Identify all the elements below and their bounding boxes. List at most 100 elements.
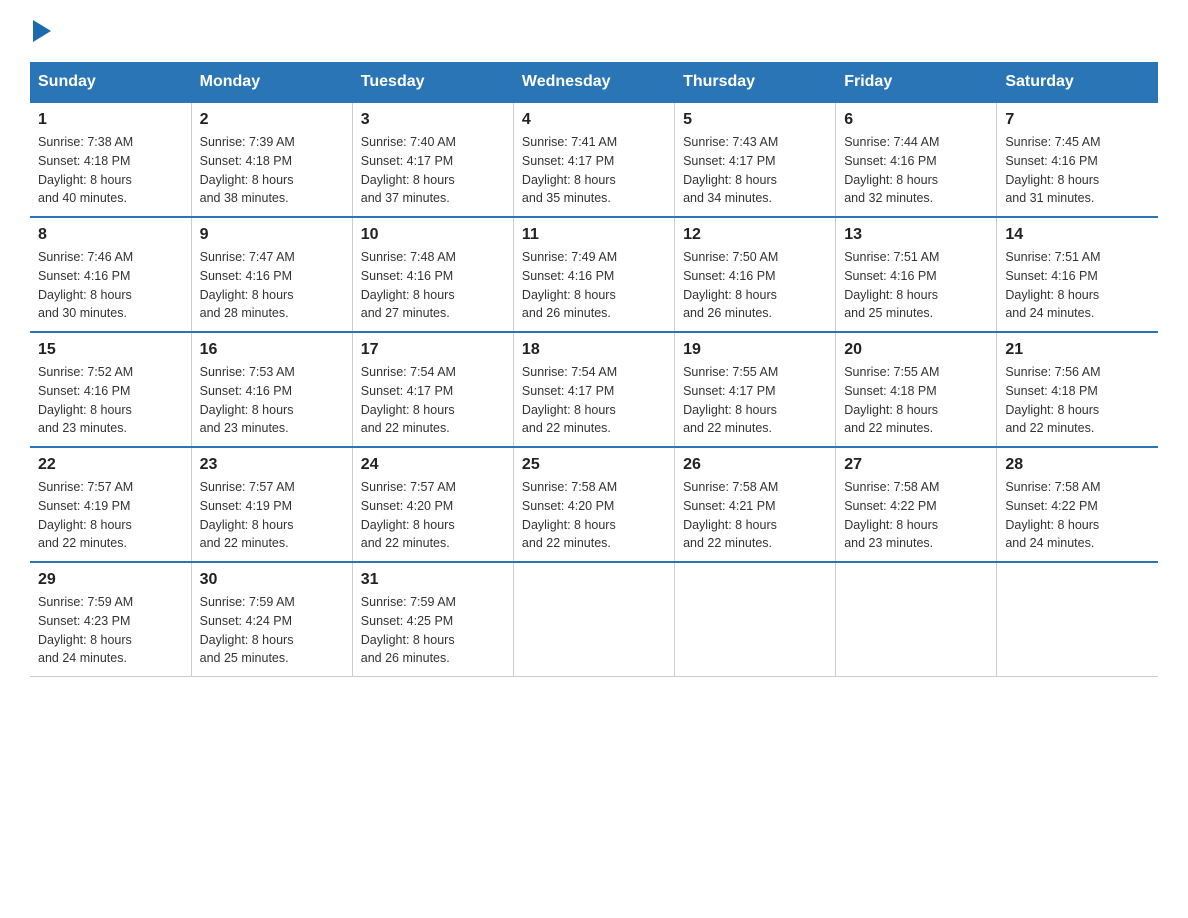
day-number: 15: [38, 341, 183, 359]
day-number: 21: [1005, 341, 1150, 359]
day-info: Sunrise: 7:48 AMSunset: 4:16 PMDaylight:…: [361, 250, 456, 320]
calendar-week-row: 8 Sunrise: 7:46 AMSunset: 4:16 PMDayligh…: [30, 217, 1158, 332]
day-info: Sunrise: 7:44 AMSunset: 4:16 PMDaylight:…: [844, 135, 939, 205]
day-number: 13: [844, 226, 988, 244]
calendar-week-row: 29 Sunrise: 7:59 AMSunset: 4:23 PMDaylig…: [30, 562, 1158, 677]
calendar-table: SundayMondayTuesdayWednesdayThursdayFrid…: [30, 62, 1158, 677]
calendar-cell: 27 Sunrise: 7:58 AMSunset: 4:22 PMDaylig…: [836, 447, 997, 562]
day-info: Sunrise: 7:38 AMSunset: 4:18 PMDaylight:…: [38, 135, 133, 205]
day-info: Sunrise: 7:55 AMSunset: 4:17 PMDaylight:…: [683, 365, 778, 435]
day-info: Sunrise: 7:39 AMSunset: 4:18 PMDaylight:…: [200, 135, 295, 205]
calendar-cell: 14 Sunrise: 7:51 AMSunset: 4:16 PMDaylig…: [997, 217, 1158, 332]
calendar-cell: 13 Sunrise: 7:51 AMSunset: 4:16 PMDaylig…: [836, 217, 997, 332]
header: [30, 20, 1158, 42]
day-info: Sunrise: 7:51 AMSunset: 4:16 PMDaylight:…: [1005, 250, 1100, 320]
calendar-cell: 26 Sunrise: 7:58 AMSunset: 4:21 PMDaylig…: [675, 447, 836, 562]
logo: [30, 20, 51, 42]
day-info: Sunrise: 7:53 AMSunset: 4:16 PMDaylight:…: [200, 365, 295, 435]
calendar-week-row: 1 Sunrise: 7:38 AMSunset: 4:18 PMDayligh…: [30, 102, 1158, 217]
day-number: 16: [200, 341, 344, 359]
day-info: Sunrise: 7:55 AMSunset: 4:18 PMDaylight:…: [844, 365, 939, 435]
calendar-cell: 19 Sunrise: 7:55 AMSunset: 4:17 PMDaylig…: [675, 332, 836, 447]
calendar-cell: 1 Sunrise: 7:38 AMSunset: 4:18 PMDayligh…: [30, 102, 191, 217]
calendar-cell: 9 Sunrise: 7:47 AMSunset: 4:16 PMDayligh…: [191, 217, 352, 332]
day-info: Sunrise: 7:41 AMSunset: 4:17 PMDaylight:…: [522, 135, 617, 205]
day-info: Sunrise: 7:52 AMSunset: 4:16 PMDaylight:…: [38, 365, 133, 435]
day-info: Sunrise: 7:59 AMSunset: 4:23 PMDaylight:…: [38, 595, 133, 665]
day-number: 17: [361, 341, 505, 359]
day-info: Sunrise: 7:58 AMSunset: 4:20 PMDaylight:…: [522, 480, 617, 550]
day-number: 24: [361, 456, 505, 474]
calendar-cell: 22 Sunrise: 7:57 AMSunset: 4:19 PMDaylig…: [30, 447, 191, 562]
calendar-cell: 17 Sunrise: 7:54 AMSunset: 4:17 PMDaylig…: [352, 332, 513, 447]
day-number: 11: [522, 226, 666, 244]
day-number: 9: [200, 226, 344, 244]
day-info: Sunrise: 7:56 AMSunset: 4:18 PMDaylight:…: [1005, 365, 1100, 435]
calendar-cell: 11 Sunrise: 7:49 AMSunset: 4:16 PMDaylig…: [513, 217, 674, 332]
header-monday: Monday: [191, 63, 352, 103]
calendar-cell: [675, 562, 836, 677]
day-info: Sunrise: 7:46 AMSunset: 4:16 PMDaylight:…: [38, 250, 133, 320]
day-number: 10: [361, 226, 505, 244]
day-number: 8: [38, 226, 183, 244]
day-info: Sunrise: 7:40 AMSunset: 4:17 PMDaylight:…: [361, 135, 456, 205]
calendar-cell: 30 Sunrise: 7:59 AMSunset: 4:24 PMDaylig…: [191, 562, 352, 677]
calendar-cell: 16 Sunrise: 7:53 AMSunset: 4:16 PMDaylig…: [191, 332, 352, 447]
day-number: 18: [522, 341, 666, 359]
calendar-cell: 8 Sunrise: 7:46 AMSunset: 4:16 PMDayligh…: [30, 217, 191, 332]
day-number: 31: [361, 571, 505, 589]
day-info: Sunrise: 7:54 AMSunset: 4:17 PMDaylight:…: [361, 365, 456, 435]
day-number: 4: [522, 111, 666, 129]
day-info: Sunrise: 7:51 AMSunset: 4:16 PMDaylight:…: [844, 250, 939, 320]
header-thursday: Thursday: [675, 63, 836, 103]
header-sunday: Sunday: [30, 63, 191, 103]
day-info: Sunrise: 7:57 AMSunset: 4:20 PMDaylight:…: [361, 480, 456, 550]
day-number: 27: [844, 456, 988, 474]
day-number: 30: [200, 571, 344, 589]
day-info: Sunrise: 7:45 AMSunset: 4:16 PMDaylight:…: [1005, 135, 1100, 205]
day-info: Sunrise: 7:57 AMSunset: 4:19 PMDaylight:…: [38, 480, 133, 550]
day-number: 14: [1005, 226, 1150, 244]
day-info: Sunrise: 7:43 AMSunset: 4:17 PMDaylight:…: [683, 135, 778, 205]
day-number: 25: [522, 456, 666, 474]
day-info: Sunrise: 7:57 AMSunset: 4:19 PMDaylight:…: [200, 480, 295, 550]
day-number: 20: [844, 341, 988, 359]
calendar-cell: 10 Sunrise: 7:48 AMSunset: 4:16 PMDaylig…: [352, 217, 513, 332]
day-number: 19: [683, 341, 827, 359]
calendar-cell: 7 Sunrise: 7:45 AMSunset: 4:16 PMDayligh…: [997, 102, 1158, 217]
day-number: 5: [683, 111, 827, 129]
day-number: 2: [200, 111, 344, 129]
calendar-week-row: 15 Sunrise: 7:52 AMSunset: 4:16 PMDaylig…: [30, 332, 1158, 447]
day-info: Sunrise: 7:47 AMSunset: 4:16 PMDaylight:…: [200, 250, 295, 320]
calendar-cell: 25 Sunrise: 7:58 AMSunset: 4:20 PMDaylig…: [513, 447, 674, 562]
day-number: 28: [1005, 456, 1150, 474]
header-wednesday: Wednesday: [513, 63, 674, 103]
calendar-cell: 15 Sunrise: 7:52 AMSunset: 4:16 PMDaylig…: [30, 332, 191, 447]
day-number: 7: [1005, 111, 1150, 129]
day-number: 26: [683, 456, 827, 474]
day-number: 29: [38, 571, 183, 589]
day-info: Sunrise: 7:54 AMSunset: 4:17 PMDaylight:…: [522, 365, 617, 435]
day-number: 12: [683, 226, 827, 244]
header-friday: Friday: [836, 63, 997, 103]
day-info: Sunrise: 7:58 AMSunset: 4:22 PMDaylight:…: [844, 480, 939, 550]
calendar-cell: 29 Sunrise: 7:59 AMSunset: 4:23 PMDaylig…: [30, 562, 191, 677]
day-number: 1: [38, 111, 183, 129]
day-info: Sunrise: 7:59 AMSunset: 4:25 PMDaylight:…: [361, 595, 456, 665]
day-info: Sunrise: 7:49 AMSunset: 4:16 PMDaylight:…: [522, 250, 617, 320]
day-info: Sunrise: 7:58 AMSunset: 4:22 PMDaylight:…: [1005, 480, 1100, 550]
calendar-cell: [836, 562, 997, 677]
header-saturday: Saturday: [997, 63, 1158, 103]
calendar-cell: [513, 562, 674, 677]
day-number: 3: [361, 111, 505, 129]
day-info: Sunrise: 7:50 AMSunset: 4:16 PMDaylight:…: [683, 250, 778, 320]
logo-arrow-icon: [33, 20, 51, 42]
calendar-cell: 24 Sunrise: 7:57 AMSunset: 4:20 PMDaylig…: [352, 447, 513, 562]
calendar-cell: 31 Sunrise: 7:59 AMSunset: 4:25 PMDaylig…: [352, 562, 513, 677]
calendar-cell: 6 Sunrise: 7:44 AMSunset: 4:16 PMDayligh…: [836, 102, 997, 217]
calendar-cell: 21 Sunrise: 7:56 AMSunset: 4:18 PMDaylig…: [997, 332, 1158, 447]
header-tuesday: Tuesday: [352, 63, 513, 103]
day-info: Sunrise: 7:58 AMSunset: 4:21 PMDaylight:…: [683, 480, 778, 550]
calendar-cell: 12 Sunrise: 7:50 AMSunset: 4:16 PMDaylig…: [675, 217, 836, 332]
calendar-cell: 18 Sunrise: 7:54 AMSunset: 4:17 PMDaylig…: [513, 332, 674, 447]
